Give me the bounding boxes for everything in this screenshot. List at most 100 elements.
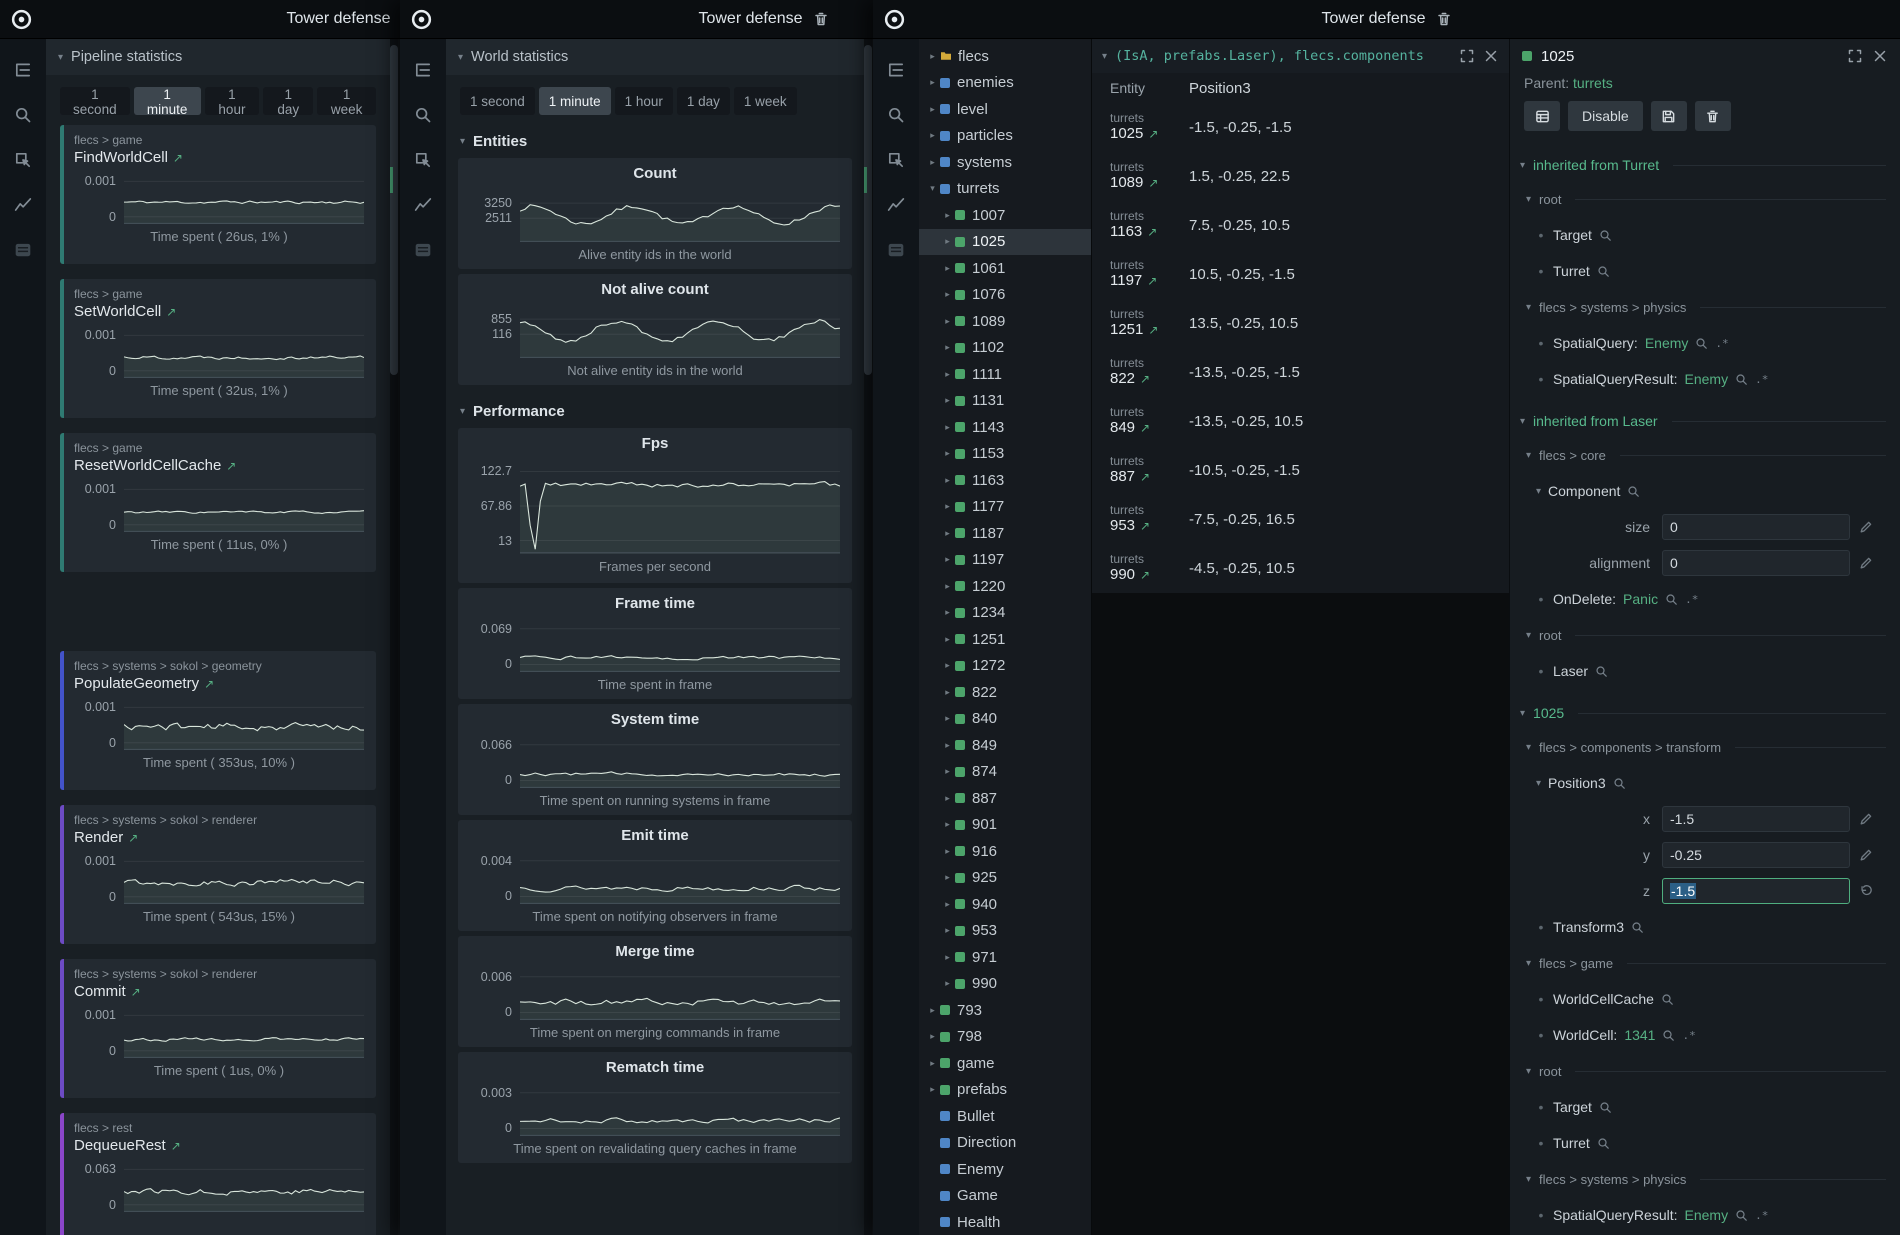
range-1-week-button[interactable]: 1 week bbox=[317, 87, 376, 115]
tree-item-Enemy[interactable]: Enemy bbox=[919, 1156, 1091, 1183]
component-path-header[interactable]: ▾flecs > systems > physics bbox=[1510, 289, 1900, 325]
tree-item-916[interactable]: ▸916 bbox=[919, 838, 1091, 865]
sidebar-inspect-button[interactable] bbox=[408, 145, 438, 175]
tree-item-1187[interactable]: ▸1187 bbox=[919, 520, 1091, 547]
component-path-header[interactable]: ▾root bbox=[1510, 617, 1900, 653]
entity-cell[interactable]: turrets887↗ bbox=[1092, 455, 1189, 486]
system-name-link[interactable]: DequeueRest↗ bbox=[74, 1137, 364, 1154]
expand-arrow-icon[interactable]: ▸ bbox=[940, 236, 955, 247]
panel-header[interactable]: ▾ World statistics bbox=[446, 39, 864, 75]
tree-item-822[interactable]: ▸822 bbox=[919, 679, 1091, 706]
expand-arrow-icon[interactable]: ▸ bbox=[940, 528, 955, 539]
expand-arrow-icon[interactable]: ▸ bbox=[940, 925, 955, 936]
tree-item-Bullet[interactable]: Bullet bbox=[919, 1103, 1091, 1130]
tree-item-1177[interactable]: ▸1177 bbox=[919, 494, 1091, 521]
sidebar-inspect-button[interactable] bbox=[8, 145, 38, 175]
sidebar-chart-button[interactable] bbox=[881, 190, 911, 220]
entity-cell[interactable]: turrets822↗ bbox=[1092, 357, 1189, 388]
inspector-section-header[interactable]: ▾1025 bbox=[1510, 697, 1900, 729]
component-path-header[interactable]: ▾flecs > core bbox=[1510, 437, 1900, 473]
search-icon[interactable] bbox=[1627, 485, 1640, 498]
expand-arrow-icon[interactable]: ▸ bbox=[940, 687, 955, 698]
expand-arrow-icon[interactable]: ▾ bbox=[925, 183, 940, 194]
component-item[interactable]: •SpatialQueryResult:Enemy.* bbox=[1510, 361, 1900, 397]
query-result-row[interactable]: turrets1089↗1.5, -0.25, 22.5 bbox=[1092, 152, 1509, 201]
system-name-link[interactable]: Commit↗ bbox=[74, 983, 364, 1000]
component-value-link[interactable]: 1341 bbox=[1624, 1027, 1655, 1043]
system-name-link[interactable]: SetWorldCell↗ bbox=[74, 303, 364, 320]
component-path-header[interactable]: ▾flecs > systems > physics bbox=[1510, 1161, 1900, 1197]
component-value-link[interactable]: Enemy bbox=[1685, 1207, 1729, 1223]
range-1-day-button[interactable]: 1 day bbox=[677, 87, 730, 115]
expand-arrow-icon[interactable]: ▸ bbox=[940, 660, 955, 671]
entity-cell[interactable]: turrets990↗ bbox=[1092, 553, 1189, 584]
tree-item-1143[interactable]: ▸1143 bbox=[919, 414, 1091, 441]
range-1-hour-button[interactable]: 1 hour bbox=[615, 87, 673, 115]
query-string[interactable]: (IsA, prefabs.Laser), flecs.components bbox=[1115, 48, 1451, 64]
expand-arrow-icon[interactable]: ▸ bbox=[940, 263, 955, 274]
search-icon[interactable] bbox=[1695, 337, 1708, 350]
parent-link[interactable]: turrets bbox=[1573, 75, 1613, 91]
entity-cell[interactable]: turrets1197↗ bbox=[1092, 259, 1189, 290]
expand-arrow-icon[interactable]: ▸ bbox=[940, 713, 955, 724]
close-icon[interactable] bbox=[1483, 48, 1499, 64]
sidebar-chart-button[interactable] bbox=[408, 190, 438, 220]
expand-arrow-icon[interactable]: ▸ bbox=[940, 422, 955, 433]
expand-arrow-icon[interactable]: ▸ bbox=[925, 1058, 940, 1069]
scrollbar-thumb[interactable] bbox=[864, 45, 872, 375]
search-icon[interactable] bbox=[1665, 593, 1678, 606]
component-item[interactable]: •Laser bbox=[1510, 653, 1900, 689]
tree-item-990[interactable]: ▸990 bbox=[919, 971, 1091, 998]
component-item[interactable]: •Turret bbox=[1510, 1125, 1900, 1161]
tree-item-840[interactable]: ▸840 bbox=[919, 706, 1091, 733]
expand-arrow-icon[interactable]: ▸ bbox=[940, 607, 955, 618]
tree-item-1131[interactable]: ▸1131 bbox=[919, 388, 1091, 415]
entity-link[interactable]: 1197↗ bbox=[1110, 272, 1189, 290]
section-header[interactable]: ▾Entities bbox=[460, 133, 850, 150]
component-item[interactable]: ▾Position3 bbox=[1510, 765, 1900, 801]
entity-cell[interactable]: turrets953↗ bbox=[1092, 504, 1189, 535]
sidebar-search-button[interactable] bbox=[8, 100, 38, 130]
search-icon[interactable] bbox=[1735, 1209, 1748, 1222]
expand-arrow-icon[interactable]: ▸ bbox=[925, 1084, 940, 1095]
component-item[interactable]: •Turret bbox=[1510, 253, 1900, 289]
tree-item-systems[interactable]: ▸systems bbox=[919, 149, 1091, 176]
titlebar[interactable]: Tower defense bbox=[873, 0, 1900, 39]
expand-arrow-icon[interactable]: ▸ bbox=[925, 1031, 940, 1042]
sidebar-inspect-button[interactable] bbox=[881, 145, 911, 175]
tree-item-1220[interactable]: ▸1220 bbox=[919, 573, 1091, 600]
system-name-link[interactable]: Render↗ bbox=[74, 829, 364, 846]
tree-item-Direction[interactable]: Direction bbox=[919, 1130, 1091, 1157]
range-1-hour-button[interactable]: 1 hour bbox=[205, 87, 260, 115]
sidebar-search-button[interactable] bbox=[881, 100, 911, 130]
query-result-row[interactable]: turrets822↗-13.5, -0.25, -1.5 bbox=[1092, 348, 1509, 397]
tree-item-887[interactable]: ▸887 bbox=[919, 785, 1091, 812]
expand-arrow-icon[interactable]: ▸ bbox=[940, 766, 955, 777]
expand-arrow-icon[interactable]: ▸ bbox=[940, 369, 955, 380]
scrollbar-thumb[interactable] bbox=[390, 45, 398, 375]
search-icon[interactable] bbox=[1597, 265, 1610, 278]
close-icon[interactable] bbox=[1872, 48, 1888, 64]
tree-item-1111[interactable]: ▸1111 bbox=[919, 361, 1091, 388]
tree-item-901[interactable]: ▸901 bbox=[919, 812, 1091, 839]
expand-arrow-icon[interactable]: ▸ bbox=[940, 210, 955, 221]
tree-item-1089[interactable]: ▸1089 bbox=[919, 308, 1091, 335]
component-item[interactable]: •Transform3 bbox=[1510, 909, 1900, 945]
field-alignment-input[interactable]: 0 bbox=[1662, 550, 1850, 576]
system-name-link[interactable]: FindWorldCell↗ bbox=[74, 149, 364, 166]
field-size-input[interactable]: 0 bbox=[1662, 514, 1850, 540]
trash-icon[interactable] bbox=[813, 11, 829, 27]
expand-arrow-icon[interactable]: ▸ bbox=[940, 475, 955, 486]
tree-item-enemies[interactable]: ▸enemies bbox=[919, 70, 1091, 97]
component-item[interactable]: •OnDelete:Panic.* bbox=[1510, 581, 1900, 617]
expand-arrow-icon[interactable]: ▸ bbox=[925, 1005, 940, 1016]
collapse-arrow-icon[interactable]: ▾ bbox=[1102, 51, 1107, 62]
query-result-row[interactable]: turrets1163↗7.5, -0.25, 10.5 bbox=[1092, 201, 1509, 250]
field-x-input[interactable]: -1.5 bbox=[1662, 806, 1850, 832]
entity-link[interactable]: 953↗ bbox=[1110, 517, 1189, 535]
search-icon[interactable] bbox=[1595, 665, 1608, 678]
scrollbar[interactable] bbox=[864, 39, 872, 1235]
entity-cell[interactable]: turrets849↗ bbox=[1092, 406, 1189, 437]
tree-item-798[interactable]: ▸798 bbox=[919, 1024, 1091, 1051]
query-result-row[interactable]: turrets1025↗-1.5, -0.25, -1.5 bbox=[1092, 103, 1509, 152]
